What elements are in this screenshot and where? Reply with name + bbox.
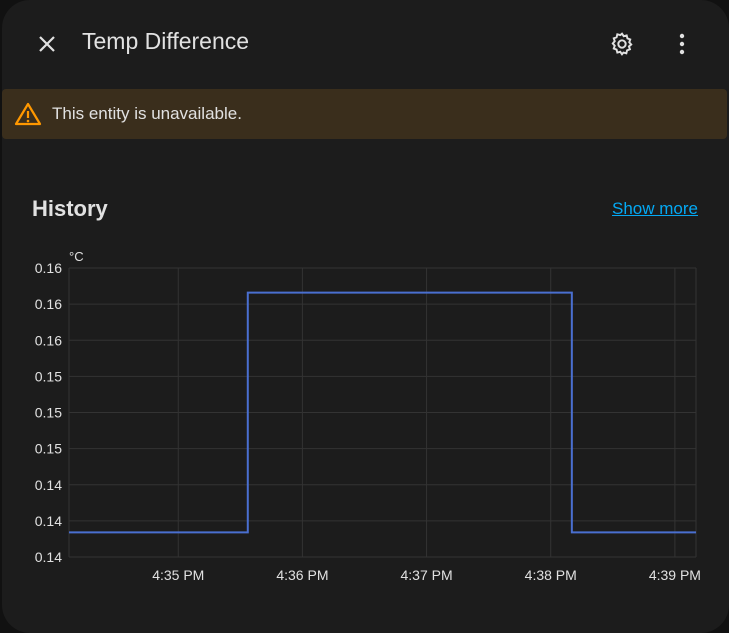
y-tick-label: 0.15 — [35, 368, 62, 384]
alert-text: This entity is unavailable. — [52, 104, 242, 123]
history-chart[interactable]: 0.14 0.14 0.14 0.15 0.15 0.15 0.16 0.16 0.16 4:35… — [2, 240, 727, 580]
more-options-button[interactable] — [662, 24, 702, 64]
y-tick-label: 0.16 — [35, 260, 62, 276]
settings-button[interactable] — [602, 24, 642, 64]
close-icon — [39, 36, 55, 52]
show-more-link[interactable]: Show more — [612, 199, 698, 219]
x-tick-label: 4:39 PM — [649, 567, 701, 580]
x-tick-label: 4:36 PM — [276, 567, 328, 580]
x-tick-label: 4:37 PM — [401, 567, 453, 580]
unavailable-alert: This entity is unavailable. — [2, 89, 727, 139]
y-tick-label: 0.14 — [35, 513, 62, 529]
more-info-dialog: Temp Difference This entity is unavailab… — [2, 0, 729, 633]
y-tick-label: 0.15 — [35, 405, 62, 421]
y-tick-label: 0.16 — [35, 332, 62, 348]
y-tick-label: 0.14 — [35, 549, 62, 565]
dots-vertical-icon — [679, 33, 685, 55]
y-axis-unit-label: °C — [69, 249, 84, 264]
x-tick-label: 4:35 PM — [152, 567, 204, 580]
dialog-title: Temp Difference — [82, 28, 250, 54]
history-heading: History — [32, 196, 108, 221]
close-button[interactable] — [27, 24, 67, 64]
y-tick-label: 0.15 — [35, 441, 62, 457]
x-tick-label: 4:38 PM — [525, 567, 577, 580]
y-tick-label: 0.16 — [35, 296, 62, 312]
y-tick-label: 0.14 — [35, 477, 62, 493]
warning-icon — [14, 102, 42, 126]
gear-icon — [611, 32, 633, 56]
dialog-header: Temp Difference — [2, 0, 729, 88]
